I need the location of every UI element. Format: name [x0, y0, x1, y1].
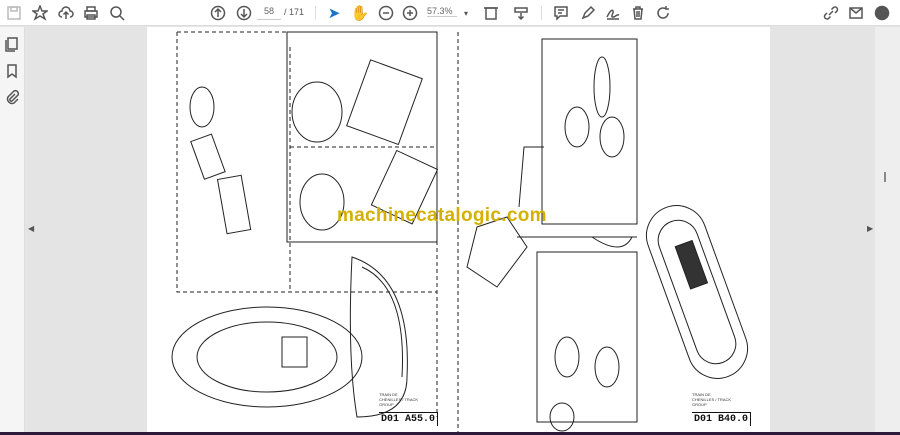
account-icon[interactable] [872, 3, 892, 23]
scrollbar-thumb[interactable] [884, 172, 886, 182]
toolbar: 58 / 171 ➤ ✋ 57.3% ▾ [0, 0, 900, 26]
share-link-icon[interactable] [821, 3, 841, 23]
page-total: / 171 [284, 7, 305, 17]
right-page-drawing [457, 32, 749, 432]
delete-icon[interactable] [628, 3, 648, 23]
zoom-level-input[interactable]: 57.3% [427, 6, 457, 17]
right-panel [875, 27, 900, 432]
comment-icon[interactable] [551, 3, 571, 23]
left-sidebar [0, 27, 25, 435]
select-cursor-icon[interactable]: ➤ [324, 3, 344, 23]
left-page-code: D01 A55.0 [379, 412, 439, 426]
page-number-input[interactable]: 58 [257, 6, 281, 20]
divider [541, 6, 542, 20]
hand-tool-icon[interactable]: ✋ [350, 3, 370, 23]
bookmarks-icon[interactable] [2, 61, 22, 81]
next-page-button[interactable] [234, 3, 254, 23]
pdf-page: D01 A55.0 D01 B40.0 TRAIN DE CHENILLES /… [147, 27, 770, 432]
right-page-code: D01 B40.0 [692, 412, 752, 426]
parts-diagram [171, 31, 749, 432]
zoom-in-button[interactable] [400, 3, 420, 23]
chevron-down-icon[interactable]: ▾ [456, 3, 476, 23]
scroll-mode-icon[interactable] [511, 3, 531, 23]
save-icon[interactable] [4, 3, 24, 23]
zoom-out-button[interactable] [376, 3, 396, 23]
expand-right-panel-arrow[interactable]: ▶ [867, 224, 873, 233]
rotate-icon[interactable] [653, 3, 673, 23]
upload-cloud-icon[interactable] [56, 3, 76, 23]
left-caption: TRAIN DE CHENILLES / TRACK GROUP [379, 392, 419, 407]
collapse-left-panel-arrow[interactable]: ◀ [28, 224, 34, 233]
email-icon[interactable] [846, 3, 866, 23]
print-icon[interactable] [81, 3, 101, 23]
divider [315, 6, 316, 20]
sign-icon[interactable] [603, 3, 623, 23]
previous-page-button[interactable] [208, 3, 228, 23]
watermark: machinecatalogic.com [337, 205, 547, 226]
right-caption: TRAIN DE CHENILLES / TRACK GROUP [692, 392, 732, 407]
page-thumbnails-icon[interactable] [2, 34, 22, 54]
fit-page-icon[interactable] [481, 3, 501, 23]
highlight-pen-icon[interactable] [578, 3, 598, 23]
attachments-icon[interactable] [2, 87, 22, 107]
find-zoom-icon[interactable] [107, 3, 127, 23]
bookmark-star-icon[interactable] [30, 3, 50, 23]
